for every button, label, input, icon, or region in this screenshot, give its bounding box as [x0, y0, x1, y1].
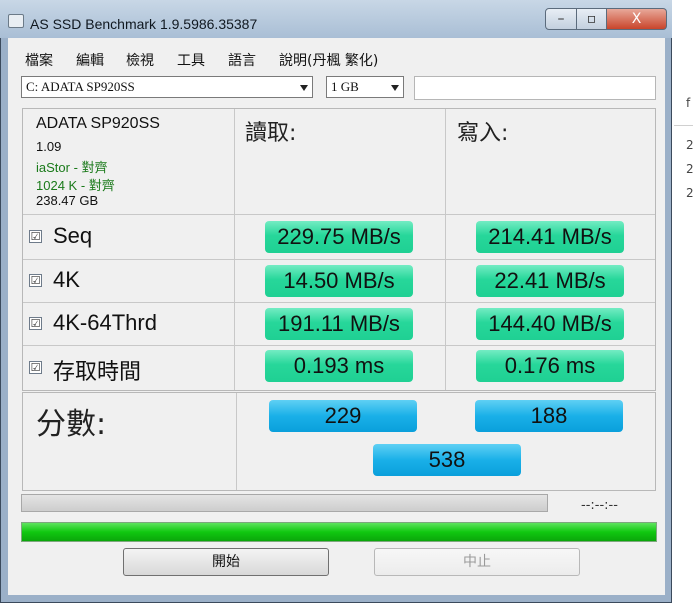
4k-64thrd-checkbox[interactable]: ☑ — [29, 317, 42, 330]
seq-label: Seq — [53, 223, 93, 248]
menu-tools[interactable]: 工具 — [177, 50, 205, 70]
4k-label: 4K — [53, 267, 80, 292]
score-panel: 分數: 229 188 538 — [22, 392, 656, 491]
drive-select-value: C: ADATA SP920SS — [26, 79, 135, 94]
maximize-button[interactable]: ▫ — [577, 8, 607, 30]
title-bar[interactable]: AS SSD Benchmark 1.9.5986.35387 – ▫ X — [0, 0, 672, 38]
write-header: 寫入: — [457, 121, 509, 146]
menu-view[interactable]: 檢視 — [126, 50, 154, 70]
test-row-4k: ☑ 4K — [23, 260, 235, 303]
app-icon — [8, 14, 24, 28]
stop-button[interactable]: 中止 — [374, 548, 580, 576]
chevron-down-icon — [300, 85, 308, 91]
test-row-access-time: ☑ 存取時間 — [23, 346, 235, 390]
total-score: 538 — [373, 444, 521, 476]
seq-write-value: 214.41 MB/s — [476, 221, 624, 253]
write-score: 188 — [475, 400, 623, 432]
minimize-button[interactable]: – — [545, 8, 577, 30]
menu-edit[interactable]: 編輯 — [76, 50, 104, 70]
overall-progress-bar — [21, 522, 657, 542]
background-window-edge: f 2 2 2 — [672, 0, 693, 603]
elapsed-time: --:--:-- — [581, 498, 618, 513]
size-select[interactable]: 1 GB — [326, 76, 404, 98]
info-cell: ADATA SP920SS 1.09 iaStor - 對齊 1024 K - … — [23, 109, 235, 215]
minimize-icon: – — [557, 11, 565, 27]
4k-64thrd-label: 4K-64Thrd — [53, 310, 157, 335]
seq-checkbox[interactable]: ☑ — [29, 230, 42, 243]
read-header-cell: 讀取: — [235, 109, 446, 215]
driver-status: iaStor - 對齊 — [36, 160, 108, 175]
menu-file[interactable]: 檔案 — [25, 50, 53, 70]
status-text-field[interactable] — [414, 76, 656, 100]
window-title: AS SSD Benchmark 1.9.5986.35387 — [30, 16, 258, 32]
read-score: 229 — [269, 400, 417, 432]
access-time-label: 存取時間 — [53, 359, 142, 384]
menu-bar: 檔案 編輯 檢視 工具 語言 說明(丹楓 繁化) — [8, 38, 665, 76]
score-label: 分數: — [36, 407, 107, 442]
menu-language[interactable]: 語言 — [228, 50, 256, 70]
access-time-read-value: 0.193 ms — [265, 350, 413, 382]
test-progress-bar — [21, 494, 548, 512]
chevron-down-icon — [391, 85, 399, 91]
access-time-write-value: 0.176 ms — [476, 350, 624, 382]
start-button[interactable]: 開始 — [123, 548, 329, 576]
client-area: 檔案 編輯 檢視 工具 語言 說明(丹楓 繁化) C: ADATA SP920S… — [8, 38, 665, 595]
4k-checkbox[interactable]: ☑ — [29, 274, 42, 287]
menu-help[interactable]: 說明(丹楓 繁化) — [279, 50, 378, 70]
read-header: 讀取: — [245, 121, 297, 146]
write-header-cell: 寫入: — [446, 109, 655, 215]
4k-64thrd-write-value: 144.40 MB/s — [476, 308, 624, 340]
4k-64thrd-read-value: 191.11 MB/s — [265, 308, 413, 340]
4k-write-value: 22.41 MB/s — [476, 265, 624, 297]
access-time-checkbox[interactable]: ☑ — [29, 361, 42, 374]
drive-firmware: 1.09 — [36, 139, 62, 154]
size-select-value: 1 GB — [331, 79, 359, 94]
maximize-icon: ▫ — [586, 11, 597, 27]
close-button[interactable]: X — [607, 8, 667, 30]
drive-model: ADATA SP920SS — [36, 115, 160, 132]
alignment-status: 1024 K - 對齊 — [36, 178, 115, 193]
test-row-4k-64thrd: ☑ 4K-64Thrd — [23, 303, 235, 346]
results-grid: ADATA SP920SS 1.09 iaStor - 對齊 1024 K - … — [22, 108, 656, 391]
close-icon: X — [631, 11, 642, 27]
test-row-seq: ☑ Seq — [23, 215, 235, 260]
app-window: AS SSD Benchmark 1.9.5986.35387 – ▫ X 檔案… — [0, 0, 672, 603]
seq-read-value: 229.75 MB/s — [265, 221, 413, 253]
drive-capacity: 238.47 GB — [36, 193, 99, 208]
drive-select[interactable]: C: ADATA SP920SS — [21, 76, 313, 98]
4k-read-value: 14.50 MB/s — [265, 265, 413, 297]
